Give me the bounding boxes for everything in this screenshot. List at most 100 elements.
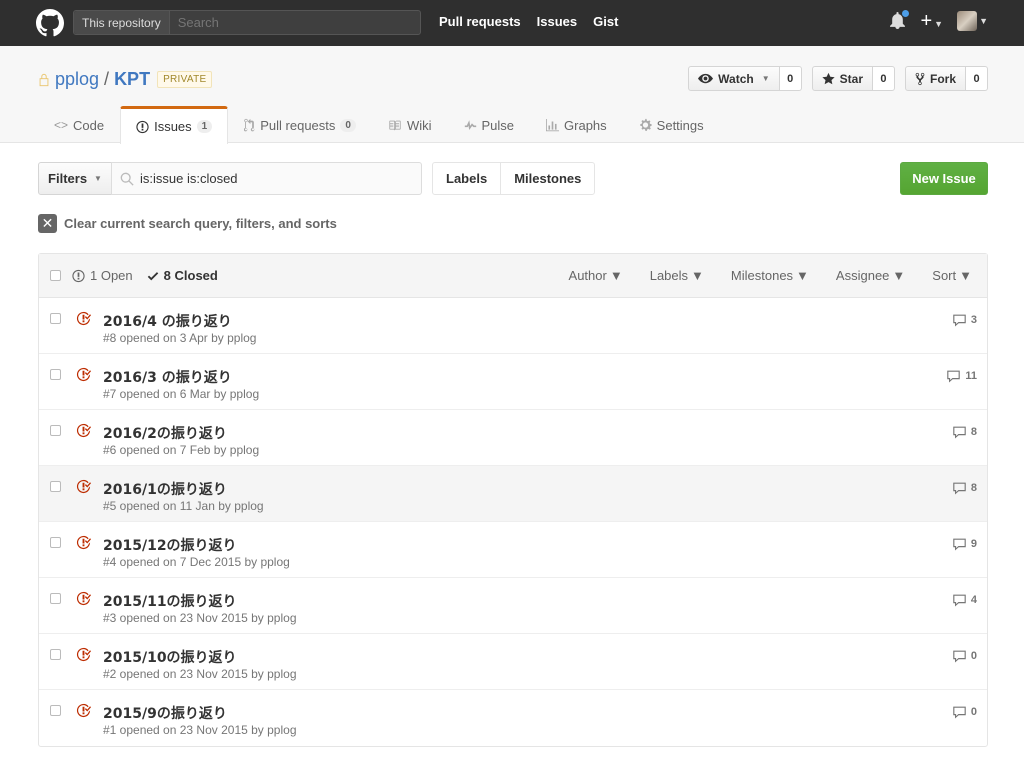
- repo-nav: <> Code Issues 1 Pull requests 0 Wiki Pu…: [38, 106, 720, 144]
- search-scope-label[interactable]: This repository: [74, 11, 170, 34]
- issue-checkbox[interactable]: [50, 593, 61, 604]
- notifications-bell-icon[interactable]: [890, 9, 911, 30]
- comments-link[interactable]: 4: [952, 593, 977, 607]
- tab-wiki[interactable]: Wiki: [372, 106, 448, 143]
- check-icon: [147, 271, 158, 280]
- github-logo-icon[interactable]: [36, 9, 64, 37]
- tab-graphs[interactable]: Graphs: [530, 106, 623, 143]
- tab-code[interactable]: <> Code: [38, 106, 120, 143]
- unread-indicator: [901, 9, 911, 18]
- labels-filter-label: Labels: [649, 268, 689, 283]
- chevron-down-icon: ▼: [979, 16, 988, 27]
- search-icon: [120, 172, 134, 186]
- issue-row[interactable]: 2015/11の振り返り #3 opened on 23 Nov 2015 by…: [39, 578, 987, 634]
- clear-query-link[interactable]: ✕ Clear current search query, filters, a…: [38, 214, 337, 233]
- comments-link[interactable]: 9: [952, 537, 977, 551]
- issue-title-link[interactable]: 2015/10の振り返り: [103, 647, 237, 667]
- header-nav-gist[interactable]: Gist: [593, 14, 618, 29]
- comment-count: 3: [970, 314, 977, 326]
- author-filter[interactable]: Author ▼: [569, 268, 623, 283]
- issue-checkbox[interactable]: [50, 481, 61, 492]
- issue-row[interactable]: 2015/12の振り返り #4 opened on 7 Dec 2015 by …: [39, 522, 987, 578]
- filters-dropdown-button[interactable]: Filters ▼: [38, 162, 112, 195]
- open-issues-link[interactable]: 1 Open: [72, 268, 133, 283]
- issue-checkbox[interactable]: [50, 425, 61, 436]
- watch-button[interactable]: Watch ▼: [688, 66, 780, 91]
- issue-checkbox[interactable]: [50, 537, 61, 548]
- fork-button[interactable]: Fork: [904, 66, 966, 91]
- issue-checkbox[interactable]: [50, 649, 61, 660]
- chevron-down-icon: ▼: [796, 268, 809, 283]
- repo-name-link[interactable]: KPT: [114, 69, 150, 90]
- milestones-filter[interactable]: Milestones ▼: [731, 268, 809, 283]
- sort-filter[interactable]: Sort ▼: [932, 268, 972, 283]
- comments-link[interactable]: 8: [952, 481, 977, 495]
- comments-link[interactable]: 11: [946, 369, 977, 383]
- issue-opened-icon: [72, 269, 85, 282]
- labels-link[interactable]: Labels: [433, 163, 500, 194]
- tab-code-label: Code: [73, 117, 105, 133]
- issue-title-link[interactable]: 2016/4 の振り返り: [103, 311, 232, 331]
- tab-issues[interactable]: Issues 1: [120, 106, 229, 144]
- closed-issues-link[interactable]: 8 Closed: [147, 268, 218, 283]
- issue-title-link[interactable]: 2015/11の振り返り: [103, 591, 237, 611]
- header-nav: Pull requests Issues Gist: [439, 14, 618, 29]
- issue-row[interactable]: 2016/3 の振り返り #7 opened on 6 Mar by pplog…: [39, 354, 987, 410]
- issue-row[interactable]: 2016/4 の振り返り #8 opened on 3 Apr by pplog…: [39, 298, 987, 354]
- chevron-down-icon: ▼: [934, 19, 944, 29]
- star-count[interactable]: 0: [872, 66, 895, 91]
- chevron-down-icon: ▼: [761, 74, 770, 83]
- create-new-menu[interactable]: + ▼: [920, 10, 943, 32]
- comments-link[interactable]: 8: [952, 425, 977, 439]
- star-label: Star: [839, 71, 863, 86]
- select-all-checkbox[interactable]: [50, 270, 61, 281]
- tab-pulse[interactable]: Pulse: [448, 106, 531, 143]
- star-button[interactable]: Star: [811, 66, 873, 91]
- chevron-down-icon: ▼: [94, 174, 102, 183]
- search-input[interactable]: [169, 15, 420, 30]
- issue-closed-icon: [76, 479, 91, 494]
- lock-icon: [39, 73, 49, 86]
- comments-link[interactable]: 0: [952, 649, 977, 663]
- issue-title-link[interactable]: 2015/12の振り返り: [103, 535, 237, 555]
- comment-count: 0: [970, 650, 977, 662]
- assignee-filter[interactable]: Assignee ▼: [836, 268, 905, 283]
- issue-checkbox[interactable]: [50, 369, 61, 380]
- issues-list: 1 Open 8 Closed Author ▼ Labels ▼ Mileston…: [38, 253, 988, 747]
- comments-link[interactable]: 0: [952, 705, 977, 719]
- issue-checkbox[interactable]: [50, 313, 61, 324]
- code-icon: <>: [54, 118, 69, 132]
- closed-issues-label: 8 Closed: [163, 268, 218, 283]
- issue-row[interactable]: 2016/1の振り返り #5 opened on 11 Jan by pplog…: [39, 466, 987, 522]
- issue-checkbox[interactable]: [50, 705, 61, 716]
- tab-pull-requests-label: Pull requests: [260, 117, 336, 133]
- issue-title-link[interactable]: 2016/3 の振り返り: [103, 367, 232, 387]
- header-nav-pull-requests[interactable]: Pull requests: [439, 14, 521, 29]
- chevron-down-icon: ▼: [892, 268, 906, 283]
- git-pull-request-icon: [244, 118, 255, 132]
- issue-title-link[interactable]: 2016/1の振り返り: [103, 479, 227, 499]
- comment-count: 4: [970, 594, 977, 606]
- repo-owner-link[interactable]: pplog: [55, 69, 99, 90]
- sort-filter-label: Sort: [932, 268, 957, 283]
- issues-search-input[interactable]: [140, 171, 400, 186]
- user-menu[interactable]: ▼: [957, 11, 988, 31]
- eye-icon: [698, 73, 714, 84]
- fork-count[interactable]: 0: [966, 66, 988, 91]
- watch-count[interactable]: 0: [779, 66, 802, 91]
- comment-icon: [953, 482, 966, 495]
- issue-row[interactable]: 2015/10の振り返り #2 opened on 23 Nov 2015 by…: [39, 634, 987, 690]
- header-nav-issues[interactable]: Issues: [537, 14, 577, 29]
- issue-title-link[interactable]: 2015/9の振り返り: [103, 703, 227, 723]
- issue-row[interactable]: 2015/9の振り返り #1 opened on 23 Nov 2015 by …: [39, 690, 987, 746]
- labels-filter[interactable]: Labels ▼: [650, 268, 704, 283]
- tab-settings[interactable]: Settings: [623, 106, 720, 143]
- fork-label: Fork: [929, 71, 956, 86]
- comments-link[interactable]: 3: [952, 313, 977, 327]
- milestones-link[interactable]: Milestones: [500, 163, 594, 194]
- tab-pull-requests[interactable]: Pull requests 0: [228, 106, 372, 143]
- issue-row[interactable]: 2016/2の振り返り #6 opened on 7 Feb by pplog …: [39, 410, 987, 466]
- issue-title-link[interactable]: 2016/2の振り返り: [103, 423, 227, 443]
- new-issue-button[interactable]: New Issue: [900, 162, 988, 195]
- comment-icon: [953, 650, 966, 663]
